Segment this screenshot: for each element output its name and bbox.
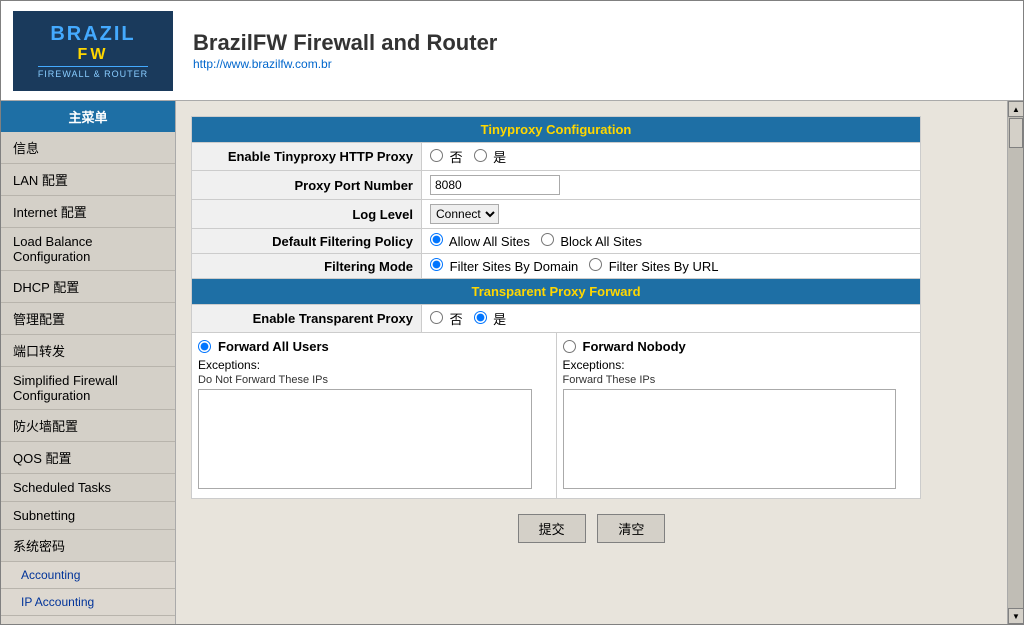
port-label: Proxy Port Number [192,171,422,200]
port-value-cell [422,171,921,200]
filter-policy-cell: Allow All Sites Block All Sites [422,229,921,254]
allow-all-radio[interactable] [430,233,443,246]
exceptions-donot-textarea[interactable] [198,389,532,489]
forward-all-col: Forward All Users Exceptions: Do Not For… [192,333,556,498]
sidebar-item-firewall[interactable]: 防火墙配置 [1,410,175,442]
forward-nobody-col: Forward Nobody Exceptions: Forward These… [557,333,921,498]
filter-url-radio[interactable] [589,258,602,271]
forward-nobody-label: Forward Nobody [563,339,915,354]
transparent-yes-label[interactable]: 是 [474,312,507,327]
logo-sub: FW [38,46,148,64]
logo-tagline: FIREWALL & ROUTER [38,66,148,79]
header-url[interactable]: http://www.brazilfw.com.br [193,57,332,71]
clear-button[interactable]: 清空 [597,514,665,543]
page-title: BrazilFW Firewall and Router [193,30,497,56]
forward-all-label: Forward All Users [198,339,550,354]
exceptions-forward-label: Exceptions: Forward These IPs [563,358,915,386]
sidebar-item-info[interactable]: 信息 [1,132,175,164]
enable-proxy-no-radio[interactable] [430,149,443,162]
sidebar-item-syspassword[interactable]: 系统密码 [1,530,175,562]
scrollbar-thumb[interactable] [1009,118,1023,148]
transparent-section-header: Transparent Proxy Forward [192,279,921,305]
enable-proxy-value: 否 是 [422,143,921,171]
log-level-cell: Connect Info Warning Error Critical [422,200,921,229]
transparent-enable-cell: 否 是 [422,305,921,333]
forward-section: Forward All Users Exceptions: Do Not For… [192,333,920,498]
sidebar-item-internet[interactable]: Internet 配置 [1,196,175,228]
port-input[interactable] [430,175,560,195]
scroll-down-btn[interactable]: ▼ [1008,608,1023,624]
filter-mode-label: Filtering Mode [192,254,422,279]
content-area: Tinyproxy Configuration Enable Tinyproxy… [176,101,1007,624]
forward-all-radio[interactable] [198,340,211,353]
filter-mode-cell: Filter Sites By Domain Filter Sites By U… [422,254,921,279]
enable-proxy-yes-label[interactable]: 是 [474,150,507,165]
transparent-no-radio[interactable] [430,311,443,324]
enable-proxy-no-label[interactable]: 否 [430,150,466,165]
sidebar-header: 主菜单 [1,101,175,132]
submit-button[interactable]: 提交 [518,514,586,543]
enable-proxy-yes-radio[interactable] [474,149,487,162]
scroll-up-btn[interactable]: ▲ [1008,101,1023,117]
allow-all-label[interactable]: Allow All Sites [430,234,533,249]
sidebar-item-qos[interactable]: QOS 配置 [1,442,175,474]
sidebar-item-dhcp[interactable]: DHCP 配置 [1,271,175,303]
scrollbar[interactable]: ▲ ▼ [1007,101,1023,624]
sidebar-item-accounting[interactable]: Accounting [1,562,175,589]
exceptions-donot-label: Exceptions: Do Not Forward These IPs [198,358,550,386]
sidebar-item-subnetting[interactable]: Subnetting [1,502,175,530]
sidebar: 主菜单 信息 LAN 配置 Internet 配置 Load Balance C… [1,101,176,624]
scrollbar-track[interactable] [1008,117,1023,608]
transparent-enable-label: Enable Transparent Proxy [192,305,422,333]
sidebar-item-simplified-fw[interactable]: Simplified Firewall Configuration [1,367,175,410]
filter-domain-radio[interactable] [430,258,443,271]
filter-policy-label: Default Filtering Policy [192,229,422,254]
transparent-yes-radio[interactable] [474,311,487,324]
enable-proxy-label: Enable Tinyproxy HTTP Proxy [192,143,422,171]
transparent-no-label[interactable]: 否 [430,312,466,327]
block-all-label[interactable]: Block All Sites [541,234,642,249]
filter-domain-label[interactable]: Filter Sites By Domain [430,259,582,274]
sidebar-item-portforward[interactable]: 端口转发 [1,335,175,367]
logo: BRAZIL FW FIREWALL & ROUTER [13,11,173,91]
logo-brand: BRAZIL [38,23,148,46]
sidebar-item-scheduled[interactable]: Scheduled Tasks [1,474,175,502]
sidebar-item-bandwidth[interactable]: Bandwidth Usage Statistics [1,616,175,624]
sidebar-item-admin[interactable]: 管理配置 [1,303,175,335]
sidebar-item-loadbalance[interactable]: Load Balance Configuration [1,228,175,271]
tinyproxy-section-header: Tinyproxy Configuration [192,117,921,143]
log-level-select[interactable]: Connect Info Warning Error Critical [430,204,499,224]
filter-url-label[interactable]: Filter Sites By URL [589,259,718,274]
forward-nobody-radio[interactable] [563,340,576,353]
exceptions-forward-textarea[interactable] [563,389,897,489]
forward-row: Forward All Users Exceptions: Do Not For… [192,333,921,499]
button-row: 提交 清空 [191,514,992,543]
sidebar-item-lan[interactable]: LAN 配置 [1,164,175,196]
sidebar-item-ip-accounting[interactable]: IP Accounting [1,589,175,616]
log-level-label: Log Level [192,200,422,229]
block-all-radio[interactable] [541,233,554,246]
tinyproxy-table: Tinyproxy Configuration Enable Tinyproxy… [191,116,921,499]
